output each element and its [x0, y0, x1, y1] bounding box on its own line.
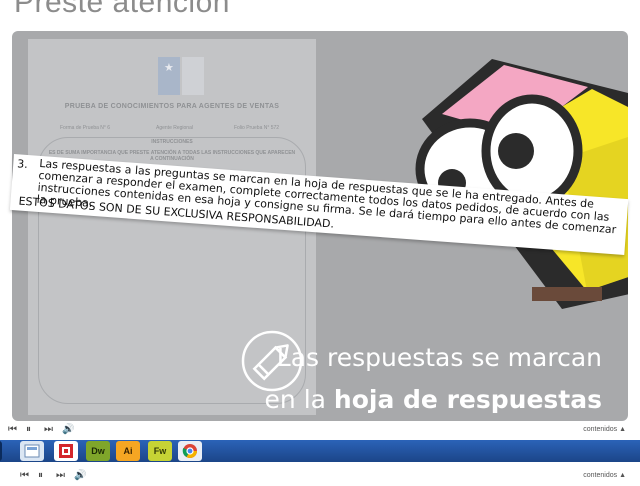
document-field: Agente Regional — [156, 125, 193, 131]
start-button[interactable] — [0, 441, 2, 461]
player-controls: ⏮ ⏸ ⏭ 🔊 contenidos ▲ — [0, 424, 640, 440]
document-field: Folio Prueba N° 572 — [234, 125, 280, 131]
volume-icon[interactable]: 🔊 — [74, 470, 86, 481]
explorer-icon[interactable] — [20, 441, 44, 461]
dreamweaver-icon[interactable]: Dw — [86, 441, 110, 461]
chrome-icon[interactable] — [178, 441, 202, 461]
document-heading: PRUEBA DE CONOCIMIENTOS PARA AGENTES DE … — [64, 103, 280, 110]
pause-icon[interactable]: ⏸ — [38, 470, 43, 481]
player-controls-secondary: ⏮ ⏸ ⏭ 🔊 contenidos ▲ — [0, 470, 640, 486]
document-field: Forma de Prueba N° 6 — [60, 125, 111, 131]
pause-icon[interactable]: ⏸ — [26, 424, 31, 435]
mascot-pupil-right — [498, 133, 534, 169]
rewind-icon[interactable]: ⏮ — [20, 470, 29, 481]
institution-logo: ★ — [158, 57, 204, 95]
list-item — [50, 268, 294, 279]
contents-button[interactable]: contenidos ▲ — [583, 472, 626, 479]
contents-button[interactable]: contenidos ▲ — [583, 426, 626, 433]
next-icon[interactable]: ⏭ — [44, 424, 53, 435]
list-item — [50, 313, 294, 318]
rewind-icon[interactable]: ⏮ — [8, 424, 17, 435]
next-icon[interactable]: ⏭ — [56, 470, 65, 481]
instruction-number: 3. — [16, 157, 29, 172]
caption-line-2: en la hoja de respuestas — [265, 379, 602, 421]
list-item — [50, 296, 294, 307]
presentation-app-icon[interactable] — [54, 441, 78, 461]
fireworks-icon[interactable]: Fw — [148, 441, 172, 461]
os-taskbar: Dw Ai Fw — [0, 440, 640, 462]
page-title: Preste atención — [14, 0, 230, 19]
list-item — [50, 251, 294, 262]
mascot-tip — [532, 287, 602, 301]
pencil-mascot-illustration — [415, 59, 628, 309]
list-item — [50, 234, 294, 245]
list-item — [50, 285, 294, 290]
slide-caption: Las respuestas se marcan en la hoja de r… — [265, 337, 602, 421]
volume-icon[interactable]: 🔊 — [62, 424, 74, 435]
caption-emphasis: hoja de respuestas — [333, 385, 602, 414]
caption-line-1: Las respuestas se marcan — [276, 343, 602, 372]
caption-prefix: en la — [264, 385, 334, 414]
illustrator-icon[interactable]: Ai — [116, 441, 140, 461]
instructions-title: INSTRUCCIONES — [151, 139, 193, 145]
